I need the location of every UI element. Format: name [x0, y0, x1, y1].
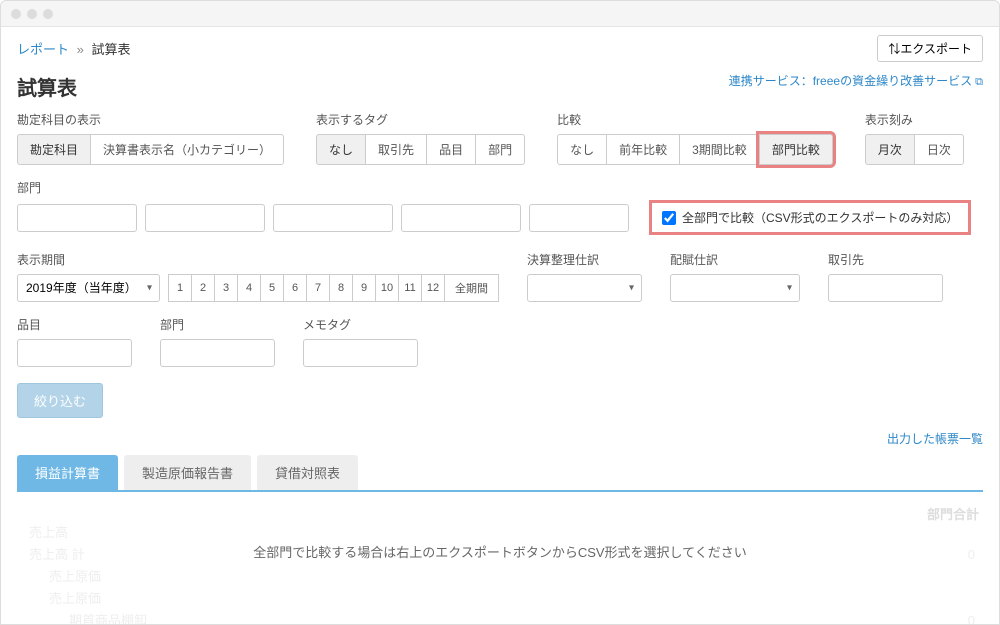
grain-opt-month[interactable]: 月次: [865, 134, 915, 165]
month-10[interactable]: 10: [375, 274, 399, 302]
month-8[interactable]: 8: [329, 274, 353, 302]
month-6[interactable]: 6: [283, 274, 307, 302]
export-button-label: エクスポート: [900, 42, 972, 56]
compare-opt-dept[interactable]: 部門比較: [759, 134, 833, 165]
export-button[interactable]: ⇅エクスポート: [877, 35, 983, 62]
traffic-light-close[interactable]: [11, 9, 21, 19]
compare-group: なし 前年比較 3期間比較 部門比較: [557, 134, 833, 165]
closing-label: 決算整理仕訳: [527, 251, 642, 268]
tags-group: なし 取引先 品目 部門: [316, 134, 525, 165]
dept-input-1[interactable]: [17, 204, 137, 232]
compare-label: 比較: [557, 111, 833, 128]
dept-filter-input[interactable]: [160, 339, 275, 367]
breadcrumb-current: 試算表: [92, 42, 131, 57]
month-11[interactable]: 11: [398, 274, 422, 302]
tags-label: 表示するタグ: [316, 111, 525, 128]
ghost-row: 売上高: [29, 522, 983, 544]
month-9[interactable]: 9: [352, 274, 376, 302]
dept-label: 部門: [17, 181, 41, 195]
apply-filter-button[interactable]: 絞り込む: [17, 383, 103, 418]
item-filter-label: 品目: [17, 316, 132, 333]
ghost-row: 売上原価: [29, 566, 983, 588]
month-3[interactable]: 3: [214, 274, 238, 302]
grain-opt-day[interactable]: 日次: [914, 134, 964, 165]
alloc-label: 配賦仕訳: [670, 251, 800, 268]
fiscal-year-select[interactable]: 2019年度（当年度）: [17, 274, 160, 302]
tags-opt-dept[interactable]: 部門: [475, 134, 525, 165]
closing-select[interactable]: [527, 274, 642, 302]
ghost-row: 期首商品棚卸0: [29, 610, 983, 624]
affiliate-service-link[interactable]: 連携サービス：freeeの資金繰り改善サービス: [729, 72, 983, 89]
all-dept-compare-checkbox[interactable]: [662, 211, 676, 225]
tab-pl[interactable]: 損益計算書: [17, 455, 118, 490]
compare-opt-prev[interactable]: 前年比較: [606, 134, 680, 165]
grain-label: 表示刻み: [865, 111, 964, 128]
report-body: 部門合計 全部門で比較する場合は右上のエクスポートボタンからCSV形式を選択して…: [17, 504, 983, 624]
account-display-label: 勘定科目の表示: [17, 111, 284, 128]
breadcrumb-root-link[interactable]: レポート: [17, 42, 69, 57]
dept-input-4[interactable]: [401, 204, 521, 232]
tags-opt-none[interactable]: なし: [316, 134, 366, 165]
compare-opt-none[interactable]: なし: [557, 134, 607, 165]
month-4[interactable]: 4: [237, 274, 261, 302]
dept-filter-label: 部門: [160, 316, 275, 333]
breadcrumb-sep: »: [77, 42, 84, 57]
alloc-select[interactable]: [670, 274, 800, 302]
content-area: レポート » 試算表 ⇅エクスポート 試算表 連携サービス：freeeの資金繰り…: [1, 27, 999, 624]
account-display-group: 勘定科目 決算書表示名（小カテゴリー）: [17, 134, 284, 165]
dept-input-5[interactable]: [529, 204, 629, 232]
month-12[interactable]: 12: [421, 274, 445, 302]
month-2[interactable]: 2: [191, 274, 215, 302]
tags-opt-item[interactable]: 品目: [426, 134, 476, 165]
memo-filter-input[interactable]: [303, 339, 418, 367]
report-col-header: 部門合計: [927, 504, 979, 523]
tags-opt-partner[interactable]: 取引先: [365, 134, 427, 165]
traffic-light-max[interactable]: [43, 9, 53, 19]
memo-filter-label: メモタグ: [303, 316, 418, 333]
partner-label: 取引先: [828, 251, 943, 268]
month-7[interactable]: 7: [306, 274, 330, 302]
page-title: 試算表: [17, 72, 77, 101]
account-opt-kanjo[interactable]: 勘定科目: [17, 134, 91, 165]
breadcrumb: レポート » 試算表: [17, 39, 131, 58]
dept-input-2[interactable]: [145, 204, 265, 232]
app-window: レポート » 試算表 ⇅エクスポート 試算表 連携サービス：freeeの資金繰り…: [0, 0, 1000, 625]
ghost-row: 売上原価: [29, 588, 983, 610]
compare-opt-3term[interactable]: 3期間比較: [679, 134, 760, 165]
item-filter-input[interactable]: [17, 339, 132, 367]
grain-group: 月次 日次: [865, 134, 964, 165]
account-opt-kessan[interactable]: 決算書表示名（小カテゴリー）: [90, 134, 284, 165]
month-all[interactable]: 全期間: [444, 274, 499, 302]
month-buttons: 1 2 3 4 5 6 7 8 9 10 11 12 全期間: [168, 274, 499, 302]
period-label: 表示期間: [17, 251, 499, 268]
all-dept-compare-label: 全部門で比較（CSV形式のエクスポートのみ対応）: [682, 209, 958, 226]
month-5[interactable]: 5: [260, 274, 284, 302]
titlebar: [1, 1, 999, 27]
output-reports-link[interactable]: 出力した帳票一覧: [887, 432, 983, 446]
partner-input[interactable]: [828, 274, 943, 302]
report-tabs: 損益計算書 製造原価報告書 貸借対照表: [17, 455, 983, 492]
tab-cost[interactable]: 製造原価報告書: [124, 455, 251, 490]
month-1[interactable]: 1: [168, 274, 192, 302]
traffic-light-min[interactable]: [27, 9, 37, 19]
tab-bs[interactable]: 貸借対照表: [257, 455, 358, 490]
export-icon: ⇅: [888, 42, 900, 56]
dept-input-3[interactable]: [273, 204, 393, 232]
all-dept-compare-wrap[interactable]: 全部門で比較（CSV形式のエクスポートのみ対応）: [649, 200, 971, 235]
report-empty-message: 全部門で比較する場合は右上のエクスポートボタンからCSV形式を選択してください: [17, 542, 983, 561]
